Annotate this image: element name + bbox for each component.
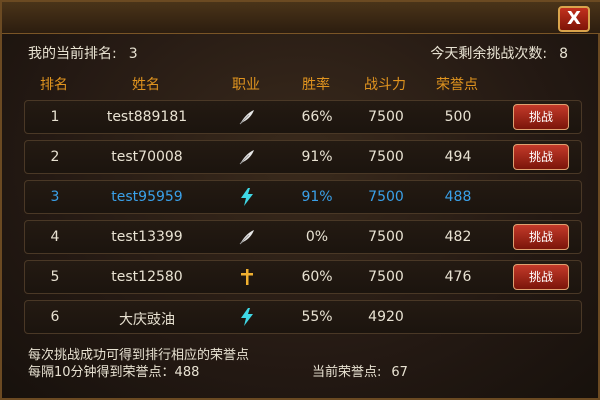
column-header-win-rate: 胜率 bbox=[302, 77, 330, 93]
player-name-cell: test889181 bbox=[106, 109, 188, 125]
player-name-cell: test12580 bbox=[111, 269, 183, 285]
remaining-challenges-label: 今天剩余挑战次数: bbox=[430, 46, 548, 62]
cross-icon bbox=[237, 267, 257, 287]
close-button[interactable]: X bbox=[558, 6, 590, 32]
title-bar bbox=[2, 2, 600, 34]
column-header-job: 职业 bbox=[232, 77, 260, 93]
my-rank-label: 我的当前排名: bbox=[28, 46, 117, 62]
win-rate-cell: 55% bbox=[301, 309, 333, 325]
honor-cell: 500 bbox=[444, 109, 472, 125]
table-row: 5 test12580 60% 7500 476 挑战 bbox=[24, 260, 582, 294]
win-rate-cell: 91% bbox=[301, 189, 333, 205]
remaining-challenges-value: 8 bbox=[559, 46, 568, 62]
table-header: 排名 姓名 职业 胜率 战斗力 荣誉点 bbox=[24, 74, 582, 94]
table-row: 1 test889181 66% 7500 500 挑战 bbox=[24, 100, 582, 134]
power-cell: 7500 bbox=[368, 229, 404, 245]
win-rate-cell: 60% bbox=[301, 269, 333, 285]
player-name-cell: test13399 bbox=[111, 229, 183, 245]
lightning-icon bbox=[237, 187, 257, 207]
player-name-cell: 大庆豉油 bbox=[119, 312, 175, 328]
current-honor-label: 当前荣誉点: bbox=[312, 365, 382, 380]
column-header-name: 姓名 bbox=[132, 77, 160, 93]
power-cell: 7500 bbox=[368, 109, 404, 125]
rank-cell: 4 bbox=[50, 229, 60, 245]
table-row: 2 test70008 91% 7500 494 挑战 bbox=[24, 140, 582, 174]
table-row: 3 test95959 91% 7500 488 bbox=[24, 180, 582, 214]
arena-ranking-panel: X 我的当前排名: 3 今天剩余挑战次数: 8 排名 姓名 职业 胜率 战斗力 荣誉… bbox=[0, 0, 600, 400]
rank-cell: 6 bbox=[50, 309, 60, 325]
lightning-icon bbox=[237, 307, 257, 327]
remaining-challenges-info: 今天剩余挑战次数: 8 bbox=[430, 43, 568, 63]
honor-cell: 488 bbox=[444, 189, 472, 205]
challenge-button[interactable]: 挑战 bbox=[513, 144, 569, 170]
challenge-button[interactable]: 挑战 bbox=[513, 104, 569, 130]
current-honor-info: 当前荣誉点: 67 bbox=[312, 361, 408, 380]
my-rank-value: 3 bbox=[128, 46, 138, 62]
player-name-cell: test95959 bbox=[111, 189, 183, 205]
win-rate-cell: 66% bbox=[301, 109, 333, 125]
power-cell: 7500 bbox=[368, 149, 404, 165]
rank-cell: 3 bbox=[50, 189, 60, 205]
rank-cell: 5 bbox=[50, 269, 60, 285]
table-row: 6 大庆豉油 55% 4920 bbox=[24, 300, 582, 334]
power-cell: 7500 bbox=[368, 189, 404, 205]
column-header-honor: 荣誉点 bbox=[436, 77, 478, 93]
feather-icon bbox=[237, 227, 257, 247]
column-header-rank: 排名 bbox=[40, 77, 68, 93]
footer-note-2: 每隔10分钟得到荣誉点：488 bbox=[28, 365, 200, 380]
honor-cell: 482 bbox=[444, 229, 472, 245]
column-header-power: 战斗力 bbox=[364, 77, 406, 93]
win-rate-cell: 0% bbox=[305, 229, 329, 245]
rank-cell: 1 bbox=[50, 109, 60, 125]
power-cell: 4920 bbox=[368, 309, 404, 325]
player-name-cell: test70008 bbox=[111, 149, 183, 165]
power-cell: 7500 bbox=[368, 269, 404, 285]
challenge-button[interactable]: 挑战 bbox=[513, 264, 569, 290]
current-honor-value: 67 bbox=[391, 365, 408, 380]
feather-icon bbox=[237, 107, 257, 127]
table-row: 4 test13399 0% 7500 482 挑战 bbox=[24, 220, 582, 254]
feather-icon bbox=[237, 147, 257, 167]
rank-cell: 2 bbox=[50, 149, 60, 165]
challenge-button[interactable]: 挑战 bbox=[513, 224, 569, 250]
honor-cell: 494 bbox=[444, 149, 472, 165]
my-rank-info: 我的当前排名: 3 bbox=[28, 43, 138, 63]
win-rate-cell: 91% bbox=[301, 149, 333, 165]
honor-cell: 476 bbox=[444, 269, 472, 285]
